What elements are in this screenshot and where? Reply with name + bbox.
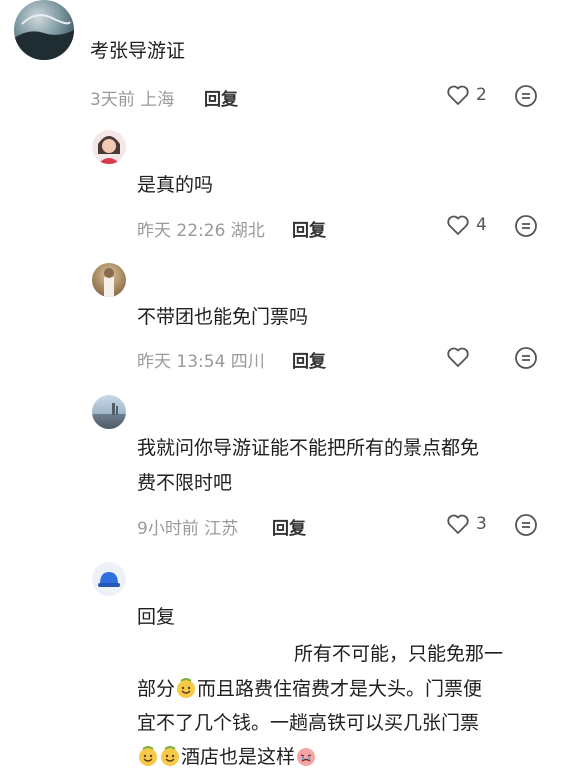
- reply-button[interactable]: 回复: [272, 514, 306, 539]
- more-face-icon[interactable]: [514, 214, 538, 242]
- reply-text-line2: 部分 而且路费住宿费才是大头。门票便: [137, 678, 483, 700]
- comment-meta: 昨天 22:26 湖北: [137, 221, 265, 241]
- comment-text: 不带团也能免门票吗: [137, 306, 309, 328]
- crying-face-emoji: [297, 748, 316, 766]
- reply-prefix: 回复: [137, 606, 176, 628]
- like-button[interactable]: 3: [446, 513, 487, 535]
- reply-button[interactable]: 回复: [292, 216, 326, 241]
- more-face-icon[interactable]: [514, 346, 538, 374]
- reply-button[interactable]: 回复: [204, 85, 238, 110]
- reply-text-line3: 宜不了几个钱。一趟高铁可以买几张门票: [137, 712, 480, 734]
- like-button[interactable]: [446, 346, 476, 368]
- avatar[interactable]: [92, 562, 126, 596]
- happy-face-emoji: [177, 678, 196, 698]
- heart-outline-icon: [447, 514, 469, 534]
- comment-meta: 9小时前 江苏: [137, 519, 239, 539]
- like-button[interactable]: 2: [446, 84, 487, 106]
- reply-button[interactable]: 回复: [292, 347, 326, 372]
- heart-outline-icon: [447, 215, 469, 235]
- comment-text: 考张导游证: [90, 40, 186, 62]
- happy-face-emoji: [161, 746, 179, 766]
- comment-text-line2: 费不限时吧: [137, 472, 233, 494]
- heart-outline-icon: [447, 347, 469, 367]
- more-face-icon[interactable]: [514, 84, 538, 112]
- like-count: 3: [476, 514, 487, 534]
- heart-outline-icon: [447, 85, 469, 105]
- comment-meta: 昨天 13:54 四川: [137, 352, 265, 372]
- happy-face-emoji: [139, 746, 157, 766]
- more-face-icon[interactable]: [514, 513, 538, 541]
- avatar[interactable]: [92, 395, 126, 429]
- avatar[interactable]: [92, 263, 126, 297]
- like-button[interactable]: 4: [446, 214, 487, 236]
- comment-text: 是真的吗: [137, 174, 214, 196]
- avatar[interactable]: [92, 130, 126, 164]
- reply-text-line1: 所有不可能，只能免那一: [294, 643, 504, 665]
- like-count: 2: [476, 85, 487, 105]
- avatar[interactable]: [14, 0, 74, 60]
- like-count: 4: [476, 215, 487, 235]
- comment-meta: 3天前 上海: [90, 90, 175, 110]
- comment-text-line1: 我就问你导游证能不能把所有的景点都免: [137, 437, 480, 459]
- reply-text-line4: 酒店也是这样: [137, 744, 317, 770]
